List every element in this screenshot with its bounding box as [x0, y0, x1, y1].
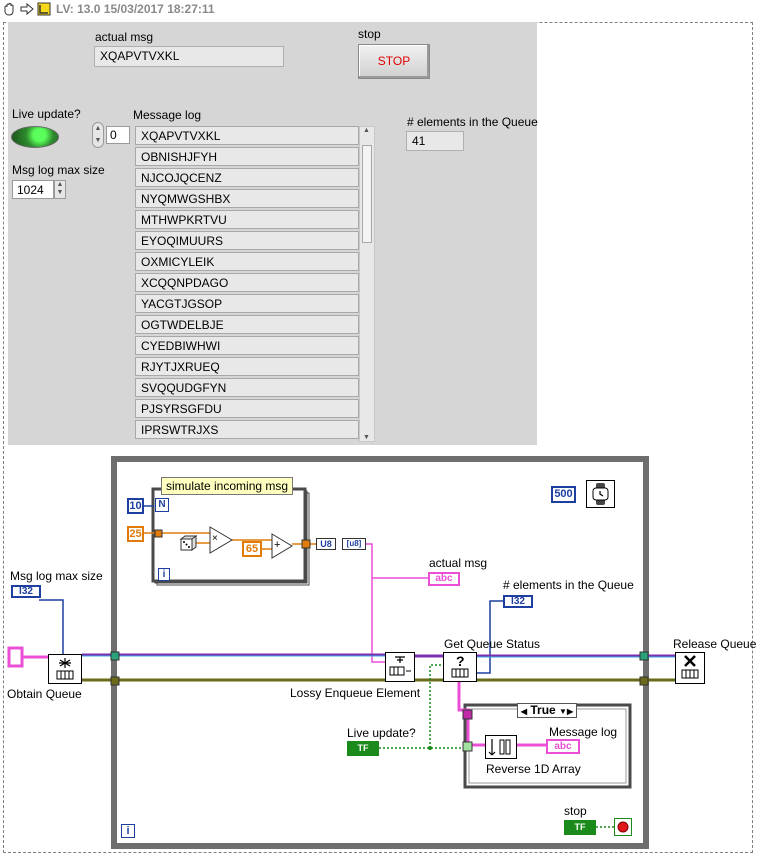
case-next-icon[interactable]: ▼▶: [559, 707, 573, 716]
queue-count-terminal[interactable]: I32: [503, 595, 533, 608]
offset-constant[interactable]: 65: [242, 541, 262, 557]
subvi-label: simulate incoming msg: [161, 477, 294, 495]
get-queue-status-node[interactable]: ?: [443, 652, 477, 682]
msg-log-max-size-terminal[interactable]: I32: [11, 585, 41, 598]
release-queue-icon: [681, 655, 699, 679]
obtain-queue-node[interactable]: [48, 654, 82, 684]
byte-array-to-string-node: [u8]: [342, 538, 366, 550]
case-prev-icon[interactable]: ◀: [521, 707, 527, 716]
msg-log-max-size-diagram-label: Msg log max size: [10, 569, 103, 583]
random-multiplier-constant[interactable]: 25: [127, 526, 144, 542]
live-update-diagram-label: Live update?: [347, 726, 416, 740]
stop-terminal[interactable]: TF: [564, 820, 596, 835]
wait-ms-constant[interactable]: 500: [551, 486, 576, 503]
watch-icon: [592, 483, 609, 505]
release-queue-label: Release Queue: [673, 637, 757, 651]
dice-icon: [180, 535, 197, 551]
loop-count-constant[interactable]: 10: [127, 498, 144, 514]
release-queue-node[interactable]: [675, 652, 705, 684]
add-symbol: +: [274, 539, 281, 551]
case-selector[interactable]: ◀ True ▼▶: [517, 703, 577, 718]
u8-conversion-node: U8: [316, 538, 336, 550]
stop-diagram-label: stop: [564, 804, 587, 818]
actual-msg-diagram-label: actual msg: [429, 556, 488, 570]
message-log-terminal[interactable]: abc: [546, 739, 580, 754]
case-selector-value: True: [530, 703, 556, 717]
message-log-diagram-label: Message log: [549, 725, 618, 739]
lossy-enqueue-icon: [389, 656, 411, 676]
svg-text:?: ?: [456, 653, 465, 669]
obtain-queue-icon: [56, 658, 74, 680]
lossy-enqueue-node[interactable]: [385, 652, 415, 682]
actual-msg-terminal[interactable]: abc: [428, 572, 460, 586]
obtain-queue-label: Obtain Queue: [7, 687, 82, 701]
reverse-array-node[interactable]: [485, 735, 517, 759]
queue-count-diagram-label: # elements in the Queue: [503, 578, 634, 592]
for-loop-frame: [151, 487, 307, 583]
loop-count-terminal: N: [155, 498, 169, 512]
multiply-symbol: ×: [212, 533, 218, 544]
live-update-terminal[interactable]: TF: [347, 741, 379, 756]
get-queue-status-icon: ?: [451, 653, 469, 678]
reverse-array-label: Reverse 1D Array: [486, 762, 581, 776]
reverse-array-icon: [488, 739, 511, 756]
wait-ms-node[interactable]: [586, 480, 615, 508]
for-iteration-terminal: i: [158, 568, 170, 581]
while-iteration-terminal: i: [121, 824, 135, 838]
lossy-enqueue-label: Lossy Enqueue Element: [290, 686, 421, 700]
get-queue-status-label: Get Queue Status: [444, 637, 541, 651]
loop-condition-icon[interactable]: [614, 818, 632, 836]
